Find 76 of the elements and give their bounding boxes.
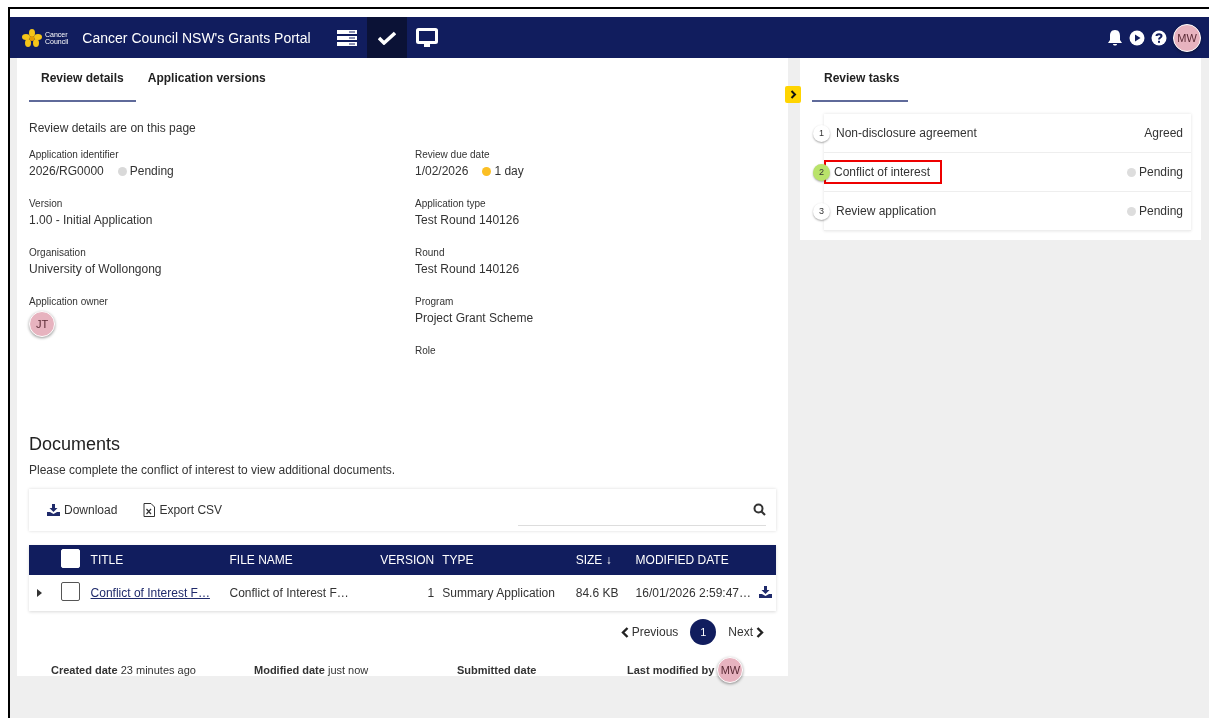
- meta-text: Modified date just now: [254, 664, 369, 676]
- intro-text: Review details are on this page: [29, 121, 197, 135]
- user-avatar[interactable]: MW: [717, 657, 744, 683]
- help-icon[interactable]: [1151, 29, 1167, 46]
- collapse-button[interactable]: [785, 86, 801, 103]
- step-number: 2: [813, 163, 830, 181]
- app-title: Cancer Council NSW's Grants Portal: [82, 29, 311, 46]
- field-label: Application owner: [29, 296, 109, 307]
- chevron-right-icon: [789, 90, 797, 99]
- status-label: Pending: [1126, 165, 1183, 179]
- bell-icon[interactable]: [1107, 28, 1123, 47]
- column-header[interactable]: TYPE: [438, 545, 572, 575]
- status-label: Agreed: [1144, 126, 1183, 140]
- spreadsheet-file-icon: [143, 503, 156, 517]
- download-button[interactable]: Download: [47, 503, 118, 517]
- search-icon[interactable]: [753, 503, 766, 516]
- row-checkbox[interactable]: [61, 582, 81, 601]
- download-icon: [47, 504, 60, 516]
- export-csv-button[interactable]: Export CSV: [143, 503, 223, 517]
- meta-text: Submitted date: [457, 664, 537, 676]
- column-header[interactable]: TITLE: [86, 545, 226, 575]
- tab[interactable]: Review details: [29, 58, 136, 102]
- task-name: Non-disclosure agreement: [835, 125, 978, 142]
- field-label: Version: [29, 198, 64, 209]
- chevron-right-icon: [756, 626, 764, 638]
- document-link[interactable]: Conflict of Interest F…: [90, 586, 210, 600]
- meta-text: Last modified by: [627, 664, 715, 676]
- meta-text: Created date 23 minutes ago: [51, 664, 196, 676]
- column-header[interactable]: MODIFIED DATE: [631, 545, 755, 575]
- status-text: 1 day: [494, 164, 524, 178]
- user-avatar[interactable]: MW: [1173, 23, 1201, 52]
- field-label: Round: [415, 247, 446, 258]
- next-button[interactable]: Next: [722, 624, 770, 640]
- status-label: Pending: [1126, 204, 1183, 218]
- notice-text: Please complete the conflict of interest to view additional documents.: [29, 463, 397, 477]
- field-value: Project Grant Scheme: [415, 311, 534, 325]
- flower-logo-icon: [22, 28, 42, 47]
- field-label: Application type: [415, 198, 487, 209]
- download-icon[interactable]: [759, 585, 772, 598]
- task-name: Review application: [835, 203, 938, 220]
- field-label: Review due date: [415, 149, 491, 160]
- check-icon[interactable]: [377, 30, 396, 45]
- field-value: 1.00 - Initial Application: [29, 213, 153, 227]
- tab[interactable]: Review tasks: [812, 58, 908, 102]
- column-header[interactable]: FILE NAME: [225, 545, 365, 575]
- status-text: Pending: [129, 164, 174, 178]
- field-label: Application identifier: [29, 149, 120, 160]
- select-all-checkbox[interactable]: [61, 549, 81, 568]
- previous-button[interactable]: Previous: [614, 624, 685, 640]
- table-cell: 16/01/2026 2:59:47…: [631, 575, 755, 611]
- list-icon[interactable]: [336, 29, 357, 46]
- field-value: 1/02/2026: [415, 164, 469, 178]
- tab[interactable]: Application versions: [135, 58, 278, 102]
- step-number: 1: [813, 124, 830, 142]
- monitor-icon[interactable]: [415, 27, 438, 48]
- field-value: 2026/RG0000: [29, 164, 104, 178]
- table-cell: Summary Application: [438, 575, 572, 611]
- task-name: Conflict of interest: [824, 160, 943, 184]
- field-label: Organisation: [29, 247, 87, 258]
- table-cell: 1: [364, 575, 439, 611]
- table-cell: Conflict of Interest F…: [225, 575, 365, 611]
- field-value: Test Round 140126: [415, 262, 520, 276]
- user-avatar[interactable]: JT: [29, 311, 55, 337]
- field-label: Role: [415, 345, 437, 356]
- column-header[interactable]: VERSION: [364, 545, 439, 575]
- play-icon[interactable]: [1129, 29, 1145, 46]
- table-cell: 84.6 KB: [571, 575, 632, 611]
- column-header[interactable]: SIZE ↓: [571, 545, 632, 575]
- field-label: Program: [415, 296, 455, 307]
- section-title: Documents: [29, 434, 122, 455]
- field-value: Test Round 140126: [415, 213, 520, 227]
- page-button[interactable]: 1: [690, 619, 717, 645]
- step-number: 3: [813, 202, 830, 220]
- field-value: University of Wollongong: [29, 262, 162, 276]
- chevron-left-icon: [620, 626, 629, 638]
- expand-caret-icon[interactable]: [37, 589, 43, 597]
